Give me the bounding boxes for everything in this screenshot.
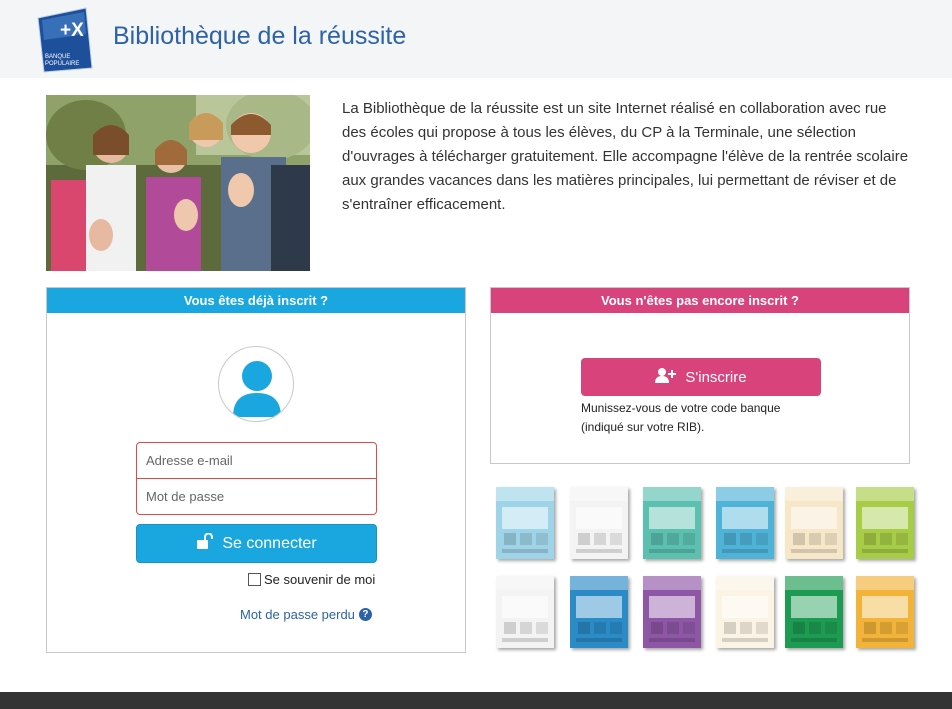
- book-cover[interactable]: [570, 576, 628, 648]
- book-cover[interactable]: [570, 487, 628, 559]
- book-covers-grid: [496, 487, 914, 652]
- logo-text-line1: BANQUE: [45, 54, 70, 60]
- site-title[interactable]: Bibliothèque de la réussite: [113, 22, 406, 51]
- email-field[interactable]: [136, 442, 377, 479]
- password-field[interactable]: [136, 478, 377, 515]
- logo-text-line2: POPULAIRE: [45, 61, 79, 67]
- intro-paragraph: La Bibliothèque de la réussite est un si…: [342, 100, 909, 213]
- signup-button[interactable]: S'inscrire: [581, 358, 821, 396]
- add-user-icon: [655, 367, 677, 387]
- remember-me[interactable]: Se souvenir de moi: [248, 572, 375, 587]
- book-cover[interactable]: [496, 487, 554, 559]
- signup-help-text: Munissez-vous de votre code banque (indi…: [581, 399, 780, 437]
- book-cover[interactable]: [785, 576, 843, 648]
- book-cover[interactable]: [643, 487, 701, 559]
- banque-populaire-logo[interactable]: +X BANQUE POPULAIRE: [36, 6, 100, 74]
- signup-button-label: S'inscrire: [685, 368, 747, 386]
- signup-help-line2: (indiqué sur votre RIB).: [581, 420, 705, 434]
- footer-bar: [0, 692, 952, 709]
- login-button-label: Se connecter: [222, 534, 317, 552]
- login-heading: Vous êtes déjà inscrit ?: [47, 288, 465, 313]
- login-button[interactable]: Se connecter: [136, 524, 377, 563]
- book-cover[interactable]: [716, 487, 774, 559]
- user-avatar-icon: [218, 346, 294, 422]
- forgot-password-label[interactable]: Mot de passe perdu: [240, 607, 355, 622]
- book-cover[interactable]: [856, 576, 914, 648]
- book-cover[interactable]: [716, 576, 774, 648]
- children-thumbs-up-photo: [46, 95, 310, 271]
- signup-heading: Vous n'êtes pas encore inscrit ?: [491, 288, 909, 313]
- question-icon: ?: [358, 608, 372, 621]
- site-header: +X BANQUE POPULAIRE Bibliothèque de la r…: [0, 0, 952, 78]
- logo-mark: +X: [60, 20, 84, 41]
- remember-checkbox[interactable]: [248, 573, 261, 586]
- signup-help-line1: Munissez-vous de votre code banque: [581, 401, 781, 415]
- login-panel: Vous êtes déjà inscrit ? Se connecter Se…: [46, 287, 466, 653]
- forgot-password-link[interactable]: Mot de passe perdu ?: [240, 607, 372, 622]
- remember-label: Se souvenir de moi: [264, 572, 376, 587]
- signup-panel: Vous n'êtes pas encore inscrit ? S'inscr…: [490, 287, 910, 464]
- book-cover[interactable]: [785, 487, 843, 559]
- book-cover[interactable]: [643, 576, 701, 648]
- unlock-icon: [196, 532, 214, 554]
- book-cover[interactable]: [856, 487, 914, 559]
- book-cover[interactable]: [496, 576, 554, 648]
